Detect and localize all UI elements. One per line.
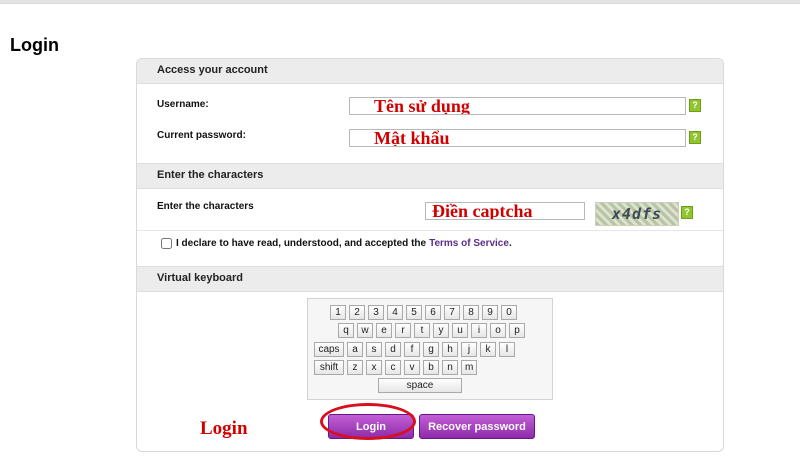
key-b[interactable]: b [423,360,439,375]
keyboard-section-header: Virtual keyboard [137,266,723,292]
terms-text: I declare to have read, understood, and … [176,238,427,249]
key-caps[interactable]: caps [314,342,344,357]
captcha-text: x4dfs [611,205,663,223]
key-c[interactable]: c [385,360,401,375]
key-m[interactable]: m [461,360,478,375]
virtual-keyboard: 1 2 3 4 5 6 7 8 9 0 q w e r t y u i o p … [307,298,553,400]
key-x[interactable]: x [366,360,382,375]
window-top-border [0,0,800,4]
key-8[interactable]: 8 [463,305,479,320]
keyboard-section-title: Virtual keyboard [157,272,243,284]
recover-password-button[interactable]: Recover password [419,414,535,439]
terms-suffix: . [508,238,512,249]
captcha-section-header: Enter the characters [137,163,723,189]
username-input[interactable] [349,97,686,115]
captcha-input[interactable] [425,202,585,220]
terms-row: I declare to have read, understood, and … [161,238,512,249]
password-label: Current password: [157,130,246,141]
key-r[interactable]: r [395,323,411,338]
key-2[interactable]: 2 [349,305,365,320]
keyboard-row-asdf: caps a s d f g h j k l [314,342,515,357]
captcha-help-icon[interactable]: ? [681,206,693,219]
login-panel: Access your account Username: ? Current … [136,58,724,452]
key-z[interactable]: z [347,360,363,375]
captcha-image: x4dfs [595,202,679,226]
key-j[interactable]: j [461,342,477,357]
key-9[interactable]: 9 [482,305,498,320]
key-0[interactable]: 0 [501,305,517,320]
key-f[interactable]: f [404,342,420,357]
key-q[interactable]: q [338,323,354,338]
keyboard-row-digits: 1 2 3 4 5 6 7 8 9 0 [330,305,517,320]
key-p[interactable]: p [509,323,525,338]
keyboard-row-qwerty: q w e r t y u i o p [338,323,525,338]
password-help-icon[interactable]: ? [689,131,701,144]
key-l[interactable]: l [499,342,515,357]
key-7[interactable]: 7 [444,305,460,320]
page-title: Login [10,35,59,55]
password-input[interactable] [349,129,686,147]
key-h[interactable]: h [442,342,458,357]
key-a[interactable]: a [347,342,363,357]
key-n[interactable]: n [442,360,458,375]
key-y[interactable]: y [433,323,449,338]
key-v[interactable]: v [404,360,420,375]
key-3[interactable]: 3 [368,305,384,320]
keyboard-row-space: space [378,378,462,393]
login-button[interactable]: Login [328,414,414,439]
captcha-section-title: Enter the characters [157,169,264,181]
account-section-title: Access your account [157,64,268,76]
username-label: Username: [157,99,209,110]
key-1[interactable]: 1 [330,305,346,320]
captcha-divider [137,230,723,231]
key-e[interactable]: e [376,323,392,338]
key-g[interactable]: g [423,342,439,357]
key-u[interactable]: u [452,323,468,338]
keyboard-row-zxcv: shift z x c v b n m [314,360,478,375]
key-w[interactable]: w [357,323,373,338]
key-space[interactable]: space [378,378,462,393]
username-help-icon[interactable]: ? [689,99,701,112]
captcha-label: Enter the characters [157,201,254,212]
account-section-header: Access your account [137,59,723,84]
key-4[interactable]: 4 [387,305,403,320]
key-t[interactable]: t [414,323,430,338]
terms-of-service-link[interactable]: Terms of Service [429,238,509,249]
terms-checkbox[interactable] [161,238,172,249]
key-i[interactable]: i [471,323,487,338]
key-shift[interactable]: shift [314,360,344,375]
key-s[interactable]: s [366,342,382,357]
key-o[interactable]: o [490,323,506,338]
key-d[interactable]: d [385,342,401,357]
key-6[interactable]: 6 [425,305,441,320]
key-k[interactable]: k [480,342,496,357]
key-5[interactable]: 5 [406,305,422,320]
login-annotation: Login [200,418,248,439]
